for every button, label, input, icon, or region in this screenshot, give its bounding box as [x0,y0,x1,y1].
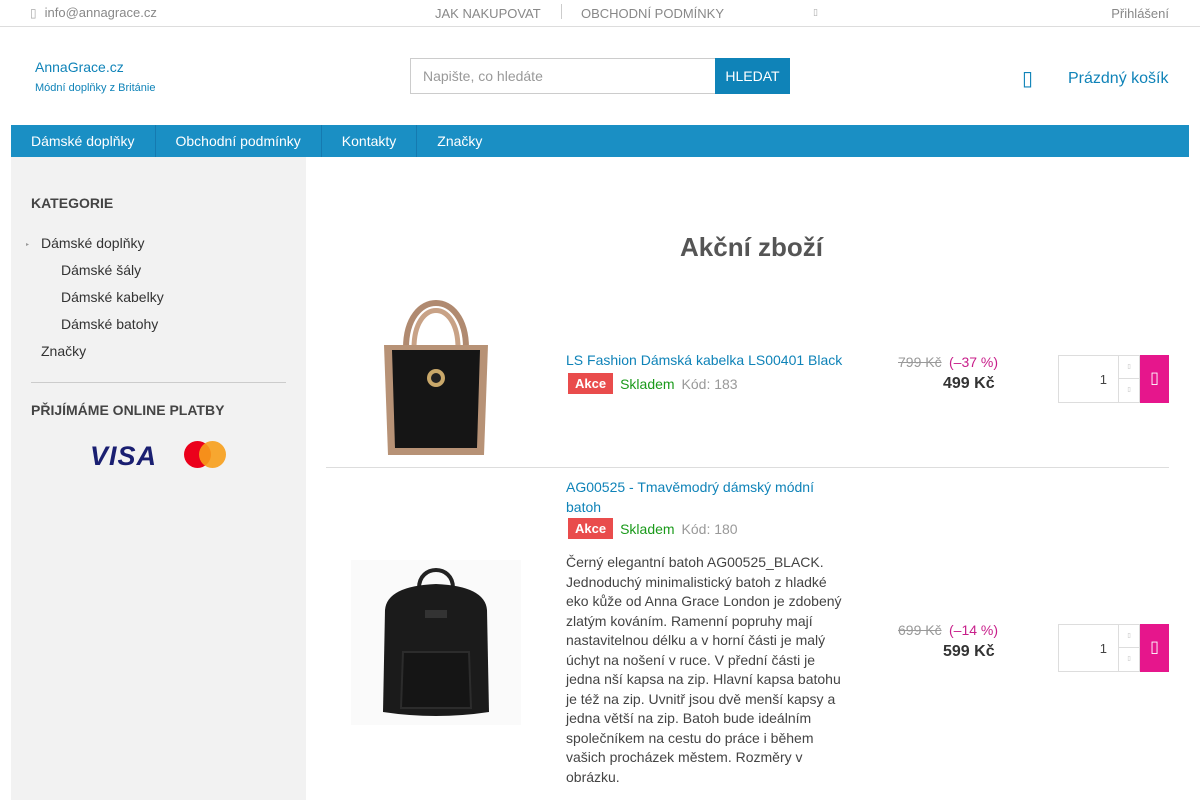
product-row: LS Fashion Dámská kabelka LS00401 Black … [326,280,1169,468]
nav-item-terms[interactable]: Obchodní podmínky [156,125,322,157]
increase-icon[interactable]: ▯ [1118,356,1139,379]
product-name-link[interactable]: LS Fashion Dámská kabelka LS00401 Black [566,350,842,370]
sale-badge: Akce [568,373,614,394]
stock-status: Skladem [620,520,675,537]
link-how-to-buy[interactable]: JAK NAKUPOVAT [435,6,541,21]
sidebar-item-backpacks[interactable]: Dámské batohy [61,316,158,332]
quantity-stepper[interactable]: 1 ▯ ▯ [1058,624,1140,672]
brand-name: AnnaGrace.cz [35,59,124,75]
sale-badge: Akce [568,518,614,539]
mastercard-logo [184,441,228,469]
cart-label: Prázdný košík [1068,69,1169,87]
payments-heading: PŘIJÍMÁME ONLINE PLATBY [31,402,225,418]
increase-icon[interactable]: ▯ [1118,625,1139,648]
sidebar-item-ladies-accessories[interactable]: Dámské doplňky [41,235,145,251]
main-navigation: Dámské doplňky Obchodní podmínky Kontakt… [11,125,1189,157]
handbag-image[interactable] [376,290,496,460]
discount-percent: (–37 %) [949,354,999,370]
nav-item-brands[interactable]: Značky [417,125,502,157]
quantity-stepper[interactable]: 1 ▯ ▯ [1058,355,1140,403]
product-row: AG00525 - Tmavěmodrý dámský módní batoh … [326,470,1169,800]
backpack-image[interactable] [351,560,521,725]
sidebar: KATEGORIE ▸ Dámské doplňky Dámské šály D… [11,157,306,800]
old-price: 699 Kč [898,622,942,638]
quantity-value: 1 [1099,641,1107,656]
email-text: info@annagrace.cz [44,5,157,20]
sidebar-item-scarves[interactable]: Dámské šály [61,262,141,278]
sidebar-divider [31,382,286,383]
nav-item-ladies-accessories[interactable]: Dámské doplňky [11,125,156,157]
phone-icon: ▯ [30,5,37,20]
search-button[interactable]: HLEDAT [715,58,790,94]
product-code: Kód: 183 [681,375,738,392]
product-meta: Akce Skladem Kód: 183 [568,373,738,394]
decrease-icon[interactable]: ▯ [1118,379,1139,402]
discount-percent: (–14 %) [949,622,999,638]
contact-email[interactable]: ▯ info@annagrace.cz [30,5,157,20]
product-name-link[interactable]: AG00525 - Tmavěmodrý dámský módní batoh [566,477,846,517]
chevron-icon[interactable]: ▯ [813,7,818,18]
categories-heading: KATEGORIE [31,195,114,211]
login-link[interactable]: Přihlášení [1111,6,1169,21]
brand-tagline: Módní doplňky z Británie [35,82,156,94]
current-price: 599 Kč [943,643,995,660]
visa-logo: VISA [90,441,158,471]
product-code: Kód: 180 [681,520,738,537]
top-bar: ▯ info@annagrace.cz JAK NAKUPOVAT OBCHOD… [0,0,1200,27]
add-to-cart-button[interactable]: ▯ [1140,355,1169,403]
sidebar-item-handbags[interactable]: Dámské kabelky [61,289,164,305]
cart-add-icon: ▯ [1150,639,1159,656]
cart-add-icon: ▯ [1150,370,1159,387]
decrease-icon[interactable]: ▯ [1118,648,1139,671]
search-input[interactable] [410,58,715,94]
cart-link[interactable]: ▯ Prázdný košík [1022,66,1168,91]
quantity-value: 1 [1099,372,1107,387]
expand-icon[interactable]: ▸ [26,241,29,248]
link-terms[interactable]: OBCHODNÍ PODMÍNKY [581,6,724,21]
topbar-divider [561,4,562,19]
product-description: Černý elegantní batoh AG00525_BLACK. Jed… [566,554,842,785]
site-logo[interactable]: AnnaGrace.cz Módní doplňky z Británie [35,59,155,94]
search-form: HLEDAT [410,58,790,94]
cart-icon: ▯ [1022,68,1034,90]
product-meta: Akce Skladem Kód: 180 [568,518,738,539]
old-price: 799 Kč [898,354,942,370]
nav-item-contacts[interactable]: Kontakty [322,125,418,157]
sidebar-item-brands[interactable]: Značky [41,343,86,359]
current-price: 499 Kč [943,375,995,392]
add-to-cart-button[interactable]: ▯ [1140,624,1169,672]
page-title: Akční zboží [680,232,824,262]
stock-status: Skladem [620,375,675,392]
